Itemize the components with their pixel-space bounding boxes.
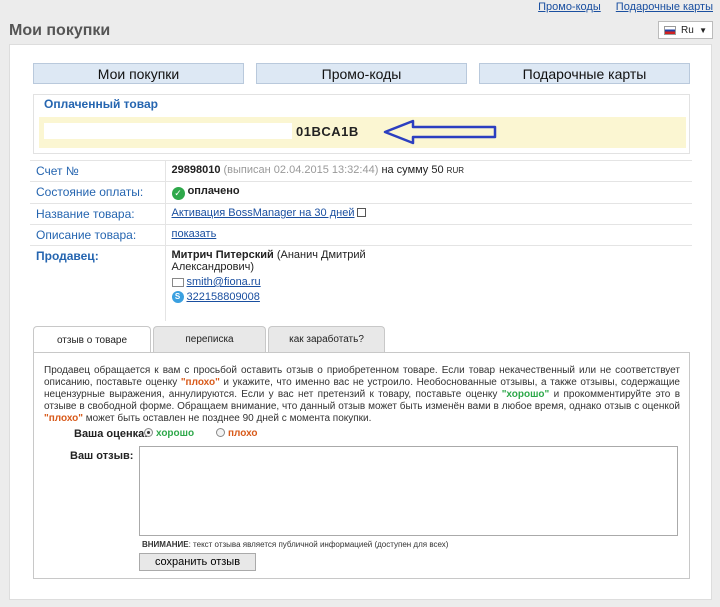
seller-name: Митрич Питерский (171, 249, 274, 261)
main-tabs: Мои покупки Промо-коды Подарочные карты (33, 63, 690, 84)
radio-bad[interactable] (216, 428, 225, 437)
payment-row: Состояние оплаты: ✓ оплачено (30, 181, 692, 204)
tab-gift-cards[interactable]: Подарочные карты (479, 63, 690, 84)
save-review-button[interactable]: сохранить отзыв (139, 553, 256, 571)
show-description-link[interactable]: показать (172, 228, 217, 240)
invoice-issued: (выписан 02.04.2015 13:32:44) (223, 164, 379, 176)
tab-promo-codes[interactable]: Промо-коды (256, 63, 467, 84)
seller-email-link[interactable]: smith@fiona.ru (187, 276, 261, 288)
seller-label: Продавец: (36, 249, 99, 263)
review-instructions: Продавец обращается к вам с просьбой ост… (44, 365, 681, 424)
gift-cards-link[interactable]: Подарочные карты (616, 1, 713, 13)
tab-my-purchases[interactable]: Мои покупки (33, 63, 244, 84)
product-name-row: Название товара: Активация BossManager н… (30, 203, 692, 225)
invoice-currency: RUR (446, 166, 465, 175)
external-link-icon[interactable] (357, 208, 367, 217)
seller-row: Продавец: Митрич Питерский (Ананич Дмитр… (30, 245, 692, 321)
seller-skype-link[interactable]: 322158809008 (187, 291, 260, 303)
rating-label: Ваша оценка: (74, 428, 148, 440)
invoice-label: Счет № (30, 160, 165, 182)
arrow-left-icon (383, 119, 497, 145)
rating-bad-option[interactable]: плохо (216, 428, 258, 439)
review-textarea[interactable] (139, 446, 678, 536)
paid-item-header: Оплаченный товар (44, 97, 158, 111)
tab-review[interactable]: отзыв о товаре (33, 326, 151, 353)
public-notice: ВНИМАНИЕ: текст отзыва является публично… (142, 540, 449, 549)
invoice-sum: на сумму 50 (381, 164, 444, 176)
invoice-number: 29898010 (171, 164, 221, 176)
product-code: 01BCA1B (296, 124, 359, 139)
paid-item-box: Оплаченный товар 01BCA1B (33, 94, 690, 154)
invoice-row: Счет № 29898010 (выписан 02.04.2015 13:3… (30, 160, 692, 182)
product-desc-label: Описание товара: (30, 224, 165, 246)
tab-how-to-earn[interactable]: как заработать? (268, 326, 385, 352)
review-label: Ваш отзыв: (70, 450, 134, 462)
review-panel: Продавец обращается к вам с просьбой ост… (33, 352, 690, 579)
language-select[interactable]: Ru ▼ (658, 21, 713, 39)
top-links: Промо-коды Подарочные карты (526, 1, 713, 13)
product-name-link[interactable]: Активация BossManager на 30 дней (172, 207, 355, 219)
payment-status: оплачено (187, 185, 240, 197)
code-bar: 01BCA1B (39, 117, 686, 148)
radio-good[interactable] (144, 428, 153, 437)
check-circle-icon: ✓ (171, 187, 185, 200)
page-title: Мои покупки (9, 22, 111, 39)
masked-code (44, 123, 292, 139)
product-name-label: Название товара: (30, 203, 165, 225)
caret-down-icon: ▼ (699, 25, 707, 35)
language-value: Ru (681, 24, 694, 36)
mail-icon (171, 277, 184, 287)
tab-correspondence[interactable]: переписка (153, 326, 266, 352)
promo-codes-link[interactable]: Промо-коды (538, 1, 601, 13)
rating-good-option[interactable]: хорошо (144, 428, 194, 439)
product-desc-row: Описание товара: показать (30, 224, 692, 246)
main-panel: Мои покупки Промо-коды Подарочные карты … (9, 44, 712, 600)
payment-label: Состояние оплаты: (30, 181, 165, 204)
skype-icon: S (171, 291, 184, 303)
review-tabs: отзыв о товаре переписка как заработать? (33, 326, 385, 353)
russia-flag-icon (664, 25, 676, 35)
purchase-info-table: Счет № 29898010 (выписан 02.04.2015 13:3… (30, 160, 692, 321)
